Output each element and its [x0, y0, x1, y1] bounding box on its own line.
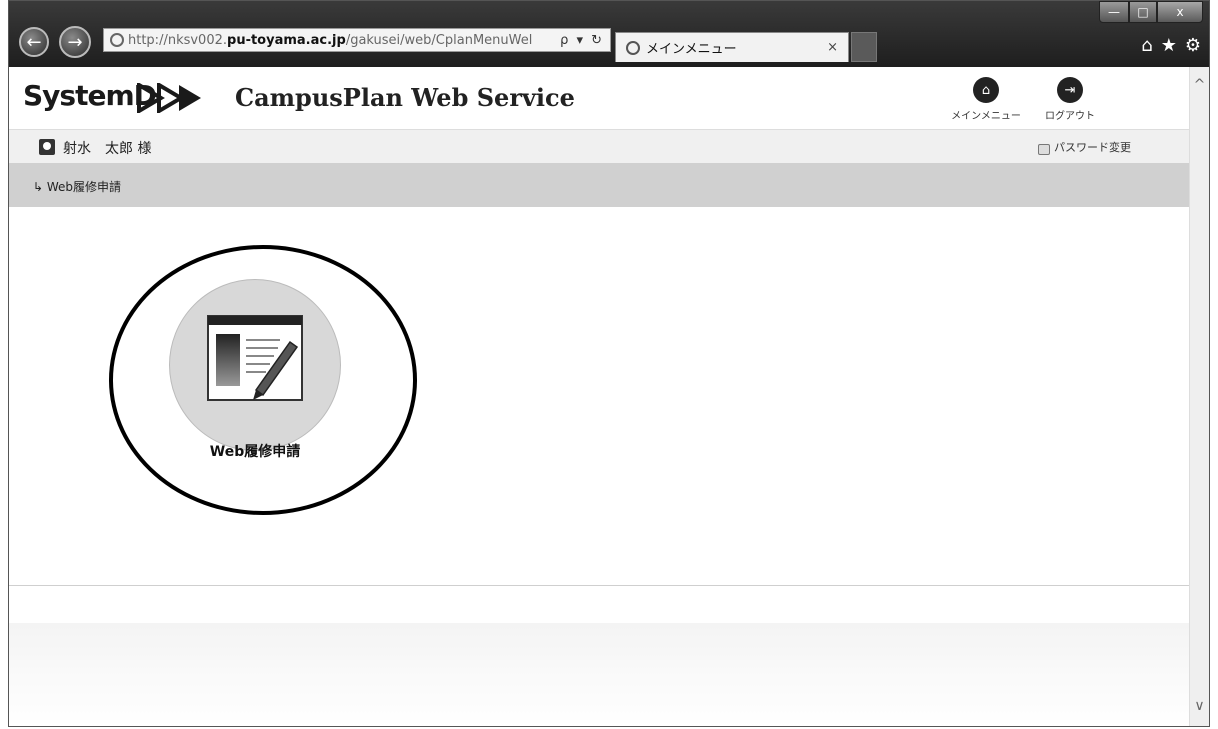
document-edit-icon: [207, 315, 303, 401]
menu-tile-label[interactable]: Web履修申請: [185, 441, 325, 461]
ie-tab-icon: [626, 40, 640, 55]
window-controls: — □ x: [1099, 1, 1203, 23]
menu-tile-web-registration[interactable]: [169, 279, 341, 451]
tab-main-menu[interactable]: メインメニュー ×: [615, 32, 849, 62]
favorites-star-icon[interactable]: ★: [1161, 35, 1177, 56]
password-change-label: パスワード変更: [1054, 141, 1131, 154]
vertical-scrollbar[interactable]: ^ ∨: [1189, 67, 1209, 726]
systemd-logo: SystemD: [23, 79, 157, 112]
user-icon: [39, 139, 55, 155]
url-path: /gakusei/web/CplanMenuWel: [345, 32, 533, 48]
password-change-link[interactable]: パスワード変更: [1038, 139, 1131, 155]
url-host: pu-toyama.ac.jp: [227, 32, 346, 48]
close-window-button[interactable]: x: [1157, 1, 1203, 23]
site-header: SystemD CampusPlan Web Service ⌂ メインメニュー…: [9, 67, 1189, 129]
settings-gear-icon[interactable]: ⚙: [1185, 35, 1201, 56]
home-icon[interactable]: ⌂: [1141, 35, 1152, 56]
user-name: 射水 太郎 様: [63, 141, 152, 157]
scroll-down-icon[interactable]: ∨: [1190, 698, 1209, 714]
content-divider: [9, 585, 1189, 586]
tab-title: メインメニュー: [646, 42, 737, 57]
ie-page-icon: [110, 33, 124, 47]
lock-icon: [1038, 143, 1050, 155]
tab-close-icon[interactable]: ×: [827, 40, 838, 55]
url-prefix: http://nksv002.: [128, 32, 228, 48]
main-menu-button[interactable]: ⌂ メインメニュー: [951, 77, 1021, 122]
home-circle-icon: ⌂: [973, 77, 999, 103]
breadcrumb-item[interactable]: ↳ Web履修申請: [33, 178, 121, 195]
new-tab-button[interactable]: [851, 32, 877, 62]
page-content: SystemD CampusPlan Web Service ⌂ メインメニュー…: [9, 67, 1189, 726]
app-name: CampusPlan Web Service: [235, 83, 575, 112]
address-bar[interactable]: http://nksv002. pu-toyama.ac.jp/gakusei/w…: [103, 28, 611, 52]
browser-toolbar: ⌂ ★ ⚙: [1141, 35, 1201, 56]
forward-button[interactable]: →: [59, 26, 91, 58]
breadcrumb: ↳ Web履修申請: [9, 163, 1189, 207]
page-footer: [9, 623, 1189, 726]
logout-label: ログアウト: [1045, 111, 1095, 122]
scroll-up-icon[interactable]: ^: [1190, 77, 1209, 93]
logout-icon: ⇥: [1057, 77, 1083, 103]
main-menu-label: メインメニュー: [951, 111, 1021, 122]
maximize-button[interactable]: □: [1129, 1, 1157, 23]
browser-window: — □ x ← → http://nksv002. pu-toyama.ac.jp…: [8, 0, 1210, 727]
back-button[interactable]: ←: [19, 27, 49, 57]
browser-titlebar: — □ x ← → http://nksv002. pu-toyama.ac.jp…: [9, 1, 1209, 67]
minimize-button[interactable]: —: [1099, 1, 1129, 23]
search-refresh-icons[interactable]: ρ ▾ ↻: [560, 33, 604, 48]
logout-button[interactable]: ⇥ ログアウト: [1035, 77, 1105, 122]
user-bar: 射水 太郎 様 パスワード変更: [9, 129, 1189, 164]
logo-arrows-icon: [137, 83, 201, 113]
